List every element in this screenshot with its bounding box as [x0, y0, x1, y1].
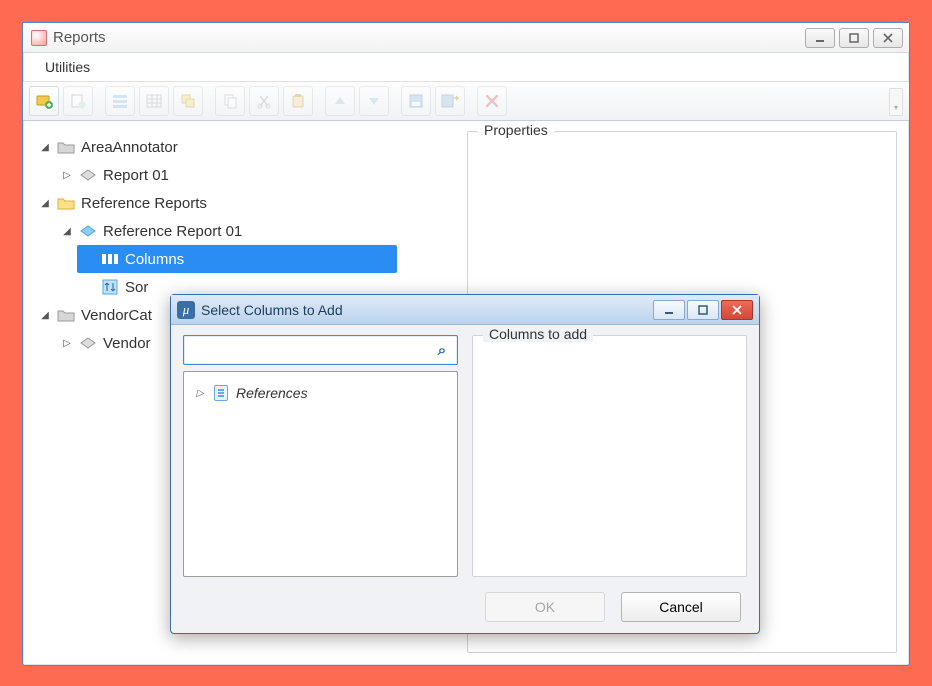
folder-open-icon	[57, 307, 75, 323]
dialog-app-icon: μ	[177, 301, 195, 319]
folder-open-icon	[57, 139, 75, 155]
columns-to-add-fieldset: Columns to add	[472, 335, 747, 577]
caret-down-icon[interactable]: ◢	[39, 197, 51, 209]
new-item-button[interactable]	[63, 86, 93, 116]
grid-view-button[interactable]	[139, 86, 169, 116]
tree-label: AreaAnnotator	[81, 139, 178, 156]
titlebar[interactable]: Reports	[23, 23, 909, 53]
list-view-button[interactable]	[105, 86, 135, 116]
move-up-button[interactable]	[325, 86, 355, 116]
tree-label: Sor	[125, 279, 148, 296]
columns-to-add-title: Columns to add	[483, 326, 593, 342]
tree-node-report01[interactable]: ▷ Report 01	[59, 161, 457, 189]
caret-right-icon[interactable]: ▷	[61, 337, 73, 349]
paste-button[interactable]	[283, 86, 313, 116]
search-icon[interactable]	[427, 336, 457, 364]
tree-node-reference-reports[interactable]: ◢ Reference Reports	[37, 189, 457, 217]
caret-down-icon[interactable]: ◢	[39, 141, 51, 153]
tree-label: Reference Reports	[81, 195, 207, 212]
relink-button[interactable]	[173, 86, 203, 116]
dialog-close-button[interactable]	[721, 300, 753, 320]
properties-title: Properties	[478, 122, 554, 138]
tree-node-columns[interactable]: ▷ Columns	[77, 245, 397, 273]
dialog-title: Select Columns to Add	[201, 302, 343, 318]
menubar: Utilities	[23, 53, 909, 81]
caret-right-icon[interactable]: ▷	[61, 169, 73, 181]
maximize-button[interactable]	[839, 28, 869, 48]
sort-icon	[101, 279, 119, 295]
dialog-maximize-button[interactable]	[687, 300, 719, 320]
save-as-button[interactable]	[435, 86, 465, 116]
caret-right-icon[interactable]: ▷	[194, 388, 206, 399]
tree-node-areaannotator[interactable]: ◢ AreaAnnotator	[37, 133, 457, 161]
toolbar-overflow[interactable]	[889, 88, 903, 116]
new-report-button[interactable]	[29, 86, 59, 116]
cancel-button[interactable]: Cancel	[621, 592, 741, 622]
report-blue-icon	[79, 223, 97, 239]
dialog-minimize-button[interactable]	[653, 300, 685, 320]
tree-label: Report 01	[103, 167, 169, 184]
list-item-references[interactable]: ▷ References	[190, 380, 451, 406]
report-icon	[79, 167, 97, 183]
tree-label: Vendor	[103, 335, 151, 352]
caret-down-icon[interactable]: ◢	[39, 309, 51, 321]
dialog-titlebar[interactable]: μ Select Columns to Add	[171, 295, 759, 325]
tree-label: Reference Report 01	[103, 223, 242, 240]
document-icon	[214, 385, 228, 401]
delete-button[interactable]	[477, 86, 507, 116]
dialog-footer: OK Cancel	[171, 581, 759, 633]
list-item-label: References	[236, 385, 308, 401]
tree-label: Columns	[125, 251, 184, 268]
tree-node-reference-report-01[interactable]: ◢ Reference Report 01	[59, 217, 457, 245]
save-button[interactable]	[401, 86, 431, 116]
move-down-button[interactable]	[359, 86, 389, 116]
available-columns-list[interactable]: ▷ References	[183, 371, 458, 577]
ok-button: OK	[485, 592, 605, 622]
select-columns-dialog: μ Select Columns to Add ▷	[170, 294, 760, 634]
report-icon	[79, 335, 97, 351]
copy-button[interactable]	[215, 86, 245, 116]
minimize-button[interactable]	[805, 28, 835, 48]
window-title: Reports	[53, 29, 106, 46]
columns-icon	[101, 251, 119, 267]
tree-label: VendorCat	[81, 307, 152, 324]
cut-button[interactable]	[249, 86, 279, 116]
caret-down-icon[interactable]: ◢	[61, 225, 73, 237]
window-controls	[805, 28, 903, 48]
search-input-wrap[interactable]	[183, 335, 458, 365]
toolbar	[23, 81, 909, 121]
close-button[interactable]	[873, 28, 903, 48]
app-icon	[31, 30, 47, 46]
search-input[interactable]	[184, 336, 427, 364]
menu-utilities[interactable]: Utilities	[37, 55, 98, 79]
folder-open-yellow-icon	[57, 195, 75, 211]
